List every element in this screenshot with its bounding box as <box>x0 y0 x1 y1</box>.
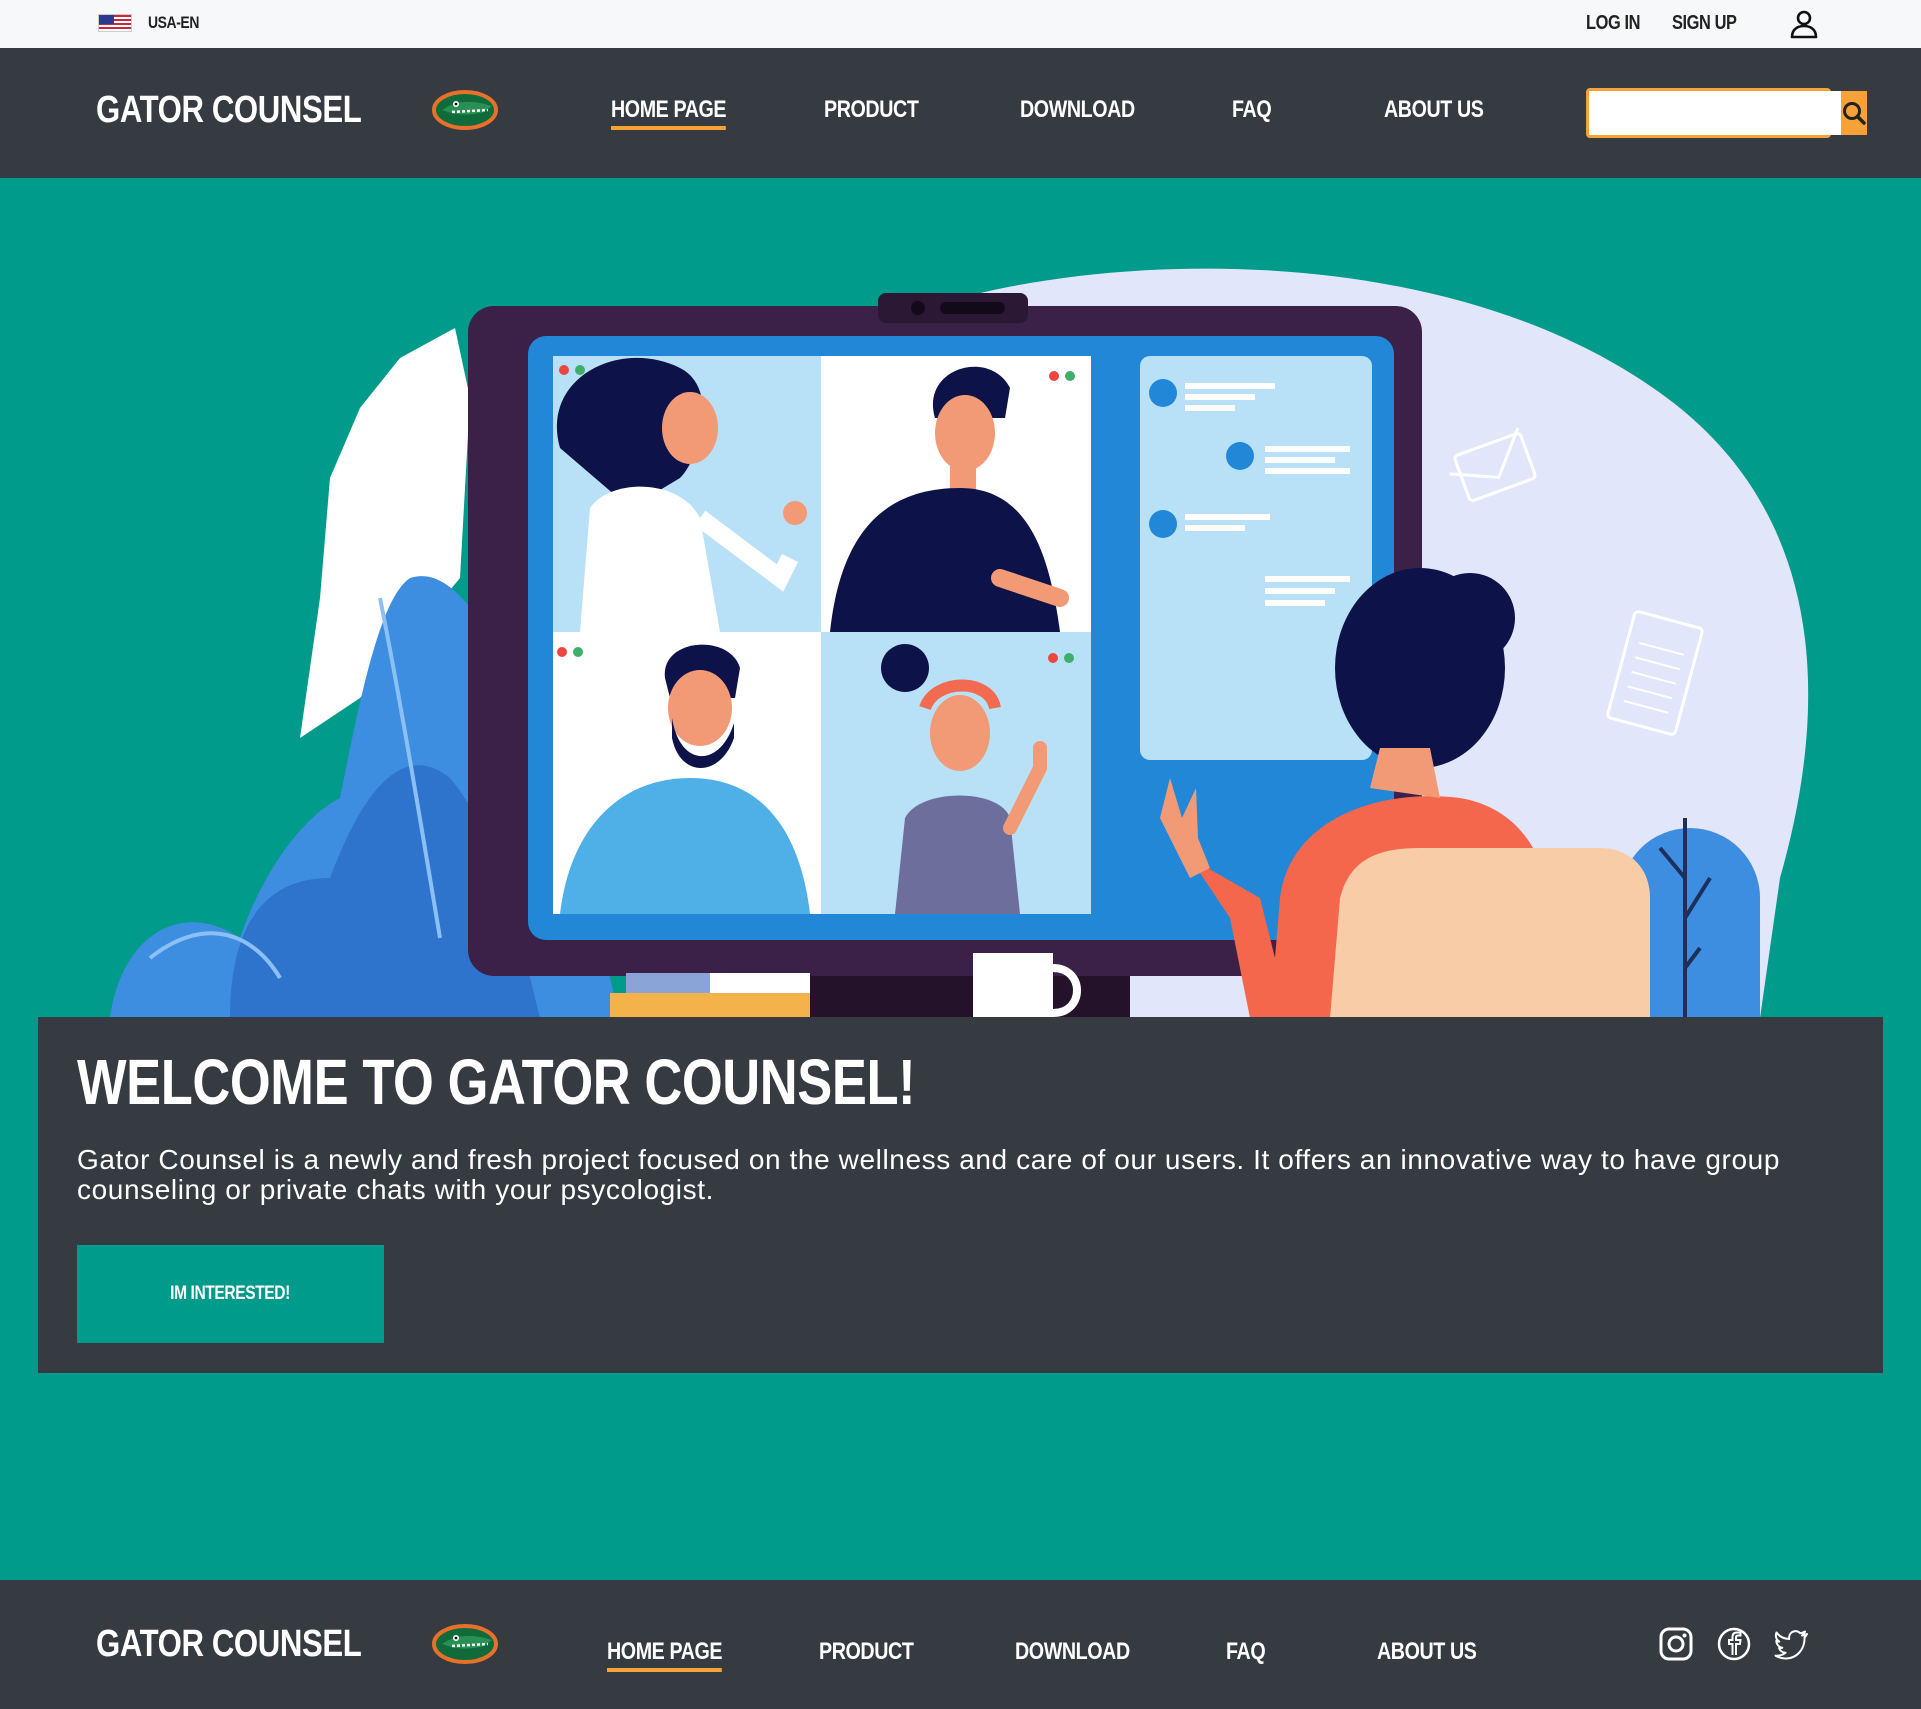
search-input[interactable] <box>1589 91 1841 135</box>
footer: GATOR COUNSEL HOME PAGE PRODUCT DOWNLOAD… <box>0 1580 1921 1709</box>
nav-product[interactable]: PRODUCT <box>824 96 919 124</box>
facebook-icon[interactable] <box>1716 1626 1752 1662</box>
footer-brand-logo[interactable]: GATOR COUNSEL <box>96 1622 498 1666</box>
locale-selector[interactable]: USA-EN <box>98 13 210 33</box>
nav-about-us[interactable]: ABOUT US <box>1384 96 1484 124</box>
top-bar: USA-EN LOG IN SIGN UP <box>0 0 1921 48</box>
brand-name: GATOR COUNSEL <box>96 88 362 131</box>
nav-faq[interactable]: FAQ <box>1232 96 1272 124</box>
user-account-icon[interactable] <box>1788 8 1820 40</box>
gator-logo-icon <box>431 90 498 130</box>
nav-home-page[interactable]: HOME PAGE <box>611 96 727 130</box>
twitter-icon[interactable] <box>1774 1626 1810 1662</box>
nav-download[interactable]: DOWNLOAD <box>1020 96 1135 124</box>
search-button[interactable] <box>1841 91 1867 135</box>
gator-logo-icon <box>431 1624 498 1664</box>
footer-nav-download[interactable]: DOWNLOAD <box>1015 1638 1130 1666</box>
video-call-illustration <box>110 268 1809 1018</box>
auth-links: LOG IN SIGN UP <box>1586 12 1751 35</box>
search-box <box>1586 88 1867 138</box>
us-flag-icon <box>98 14 132 32</box>
hero-illustration <box>0 178 1921 1018</box>
footer-brand-name: GATOR COUNSEL <box>96 1622 362 1665</box>
welcome-description: Gator Counsel is a newly and fresh proje… <box>77 1144 1780 1205</box>
interested-button-label: IM INTERESTED! <box>170 1283 291 1304</box>
signup-link[interactable]: SIGN UP <box>1672 12 1737 35</box>
footer-nav-about-us[interactable]: ABOUT US <box>1377 1638 1477 1666</box>
login-link[interactable]: LOG IN <box>1586 12 1640 35</box>
instagram-icon[interactable] <box>1658 1626 1694 1662</box>
locale-label: USA-EN <box>148 13 199 32</box>
search-icon <box>1843 102 1866 125</box>
interested-button[interactable]: IM INTERESTED! <box>77 1245 384 1343</box>
social-links <box>1658 1626 1810 1662</box>
footer-nav-product[interactable]: PRODUCT <box>819 1638 914 1666</box>
footer-nav-faq[interactable]: FAQ <box>1226 1638 1266 1666</box>
welcome-title: WELCOME TO GATOR COUNSEL! <box>77 1046 916 1118</box>
welcome-panel: WELCOME TO GATOR COUNSEL! Gator Counsel … <box>38 1017 1883 1373</box>
footer-nav-home-page[interactable]: HOME PAGE <box>607 1638 723 1672</box>
brand-logo[interactable]: GATOR COUNSEL <box>96 88 498 132</box>
main-header: GATOR COUNSEL HOME PAGE PRODUCT DOWNLOAD… <box>0 48 1921 178</box>
